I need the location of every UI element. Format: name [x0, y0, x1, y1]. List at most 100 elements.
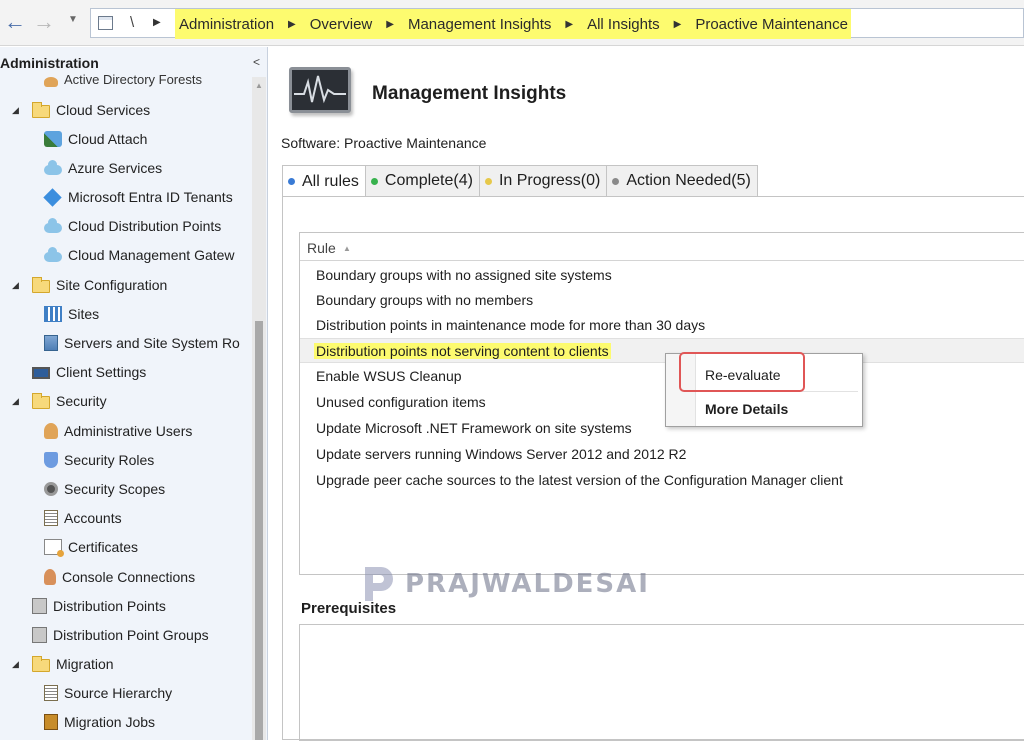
scroll-up-icon[interactable]: ▲: [255, 81, 263, 90]
tree-item-migration-jobs[interactable]: Migration Jobs: [44, 710, 155, 734]
tree-item-cloud-distribution-points[interactable]: Cloud Distribution Points: [44, 214, 221, 238]
tab-all-rules[interactable]: All rules: [282, 165, 366, 197]
forward-arrow-icon[interactable]: →: [33, 11, 55, 33]
table-row[interactable]: Unused configuration items: [300, 390, 1024, 415]
watermark: PRAJWALDESAI: [359, 562, 650, 606]
tree-item-label: Security: [56, 393, 107, 409]
chevron-right-icon[interactable]: ▶: [386, 19, 394, 30]
rule-name: Distribution points not serving content …: [314, 343, 611, 359]
tree-item-migration[interactable]: Migration: [32, 652, 114, 676]
admin-users-icon: [44, 423, 58, 439]
table-row[interactable]: Distribution points in maintenance mode …: [300, 313, 1024, 338]
tree-item-site-configuration[interactable]: Site Configuration: [32, 273, 167, 297]
breadcrumb-item-proactive-maintenance[interactable]: Proactive Maintenance: [695, 16, 848, 33]
tree-item-label: Sites: [68, 306, 100, 322]
console-window-icon: [98, 16, 113, 30]
yellow-dot-icon: [484, 177, 492, 185]
table-row[interactable]: Enable WSUS Cleanup: [300, 364, 1024, 389]
tree-item-certificates[interactable]: Certificates: [44, 535, 138, 559]
expanded-arrow-icon[interactable]: ◢: [12, 396, 19, 407]
rule-tabs: All rules Complete(4) In Progress(0) Act…: [282, 165, 758, 197]
tree-item-label: Security Roles: [64, 452, 155, 468]
tree-item-label: Active Directory Forests: [64, 73, 202, 87]
scrollbar-thumb[interactable]: [255, 321, 263, 740]
tree-item-distribution-point-groups[interactable]: Distribution Point Groups: [32, 623, 209, 647]
tree-item-sites[interactable]: Sites: [44, 302, 99, 326]
rules-list: Rule ▲ Boundary groups with no assigned …: [299, 232, 1024, 575]
address-bar: ← → ▼ \ ▶ Administration ▶ Overview ▶ Ma…: [0, 0, 1024, 46]
tree-item-label: Cloud Attach: [68, 131, 148, 147]
tree-item-client-settings[interactable]: Client Settings: [32, 360, 146, 384]
breadcrumb-item-overview[interactable]: Overview: [310, 16, 373, 33]
tab-label: Action Needed(5): [626, 172, 751, 189]
tree-item-label: Cloud Distribution Points: [68, 218, 222, 234]
tree-item-label: Distribution Points: [53, 598, 166, 614]
details-pane: Management Insights Software: Proactive …: [269, 47, 1024, 741]
column-header-rule[interactable]: Rule ▲: [300, 233, 1024, 261]
chevron-right-icon[interactable]: ▶: [674, 19, 682, 30]
tree-item-source-hierarchy[interactable]: Source Hierarchy: [44, 681, 172, 705]
rule-name: Update servers running Windows Server 20…: [316, 446, 687, 462]
breadcrumb-item-all-insights[interactable]: All Insights: [587, 16, 660, 33]
tree-item-label: Migration: [56, 656, 114, 672]
rule-name: Update Microsoft .NET Framework on site …: [316, 420, 632, 436]
table-row[interactable]: Boundary groups with no members: [300, 288, 1024, 313]
page-title: Management Insights: [372, 83, 567, 104]
collapse-pane-icon[interactable]: <: [253, 55, 260, 69]
tree-item-label: Cloud Management Gatew: [68, 247, 235, 263]
tree-item-label: Distribution Point Groups: [53, 627, 209, 643]
client-settings-icon: [32, 366, 50, 379]
folder-icon: [32, 101, 50, 118]
accounts-icon: [44, 510, 58, 526]
expanded-arrow-icon[interactable]: ◢: [12, 280, 19, 291]
tree-item-security-scopes[interactable]: Security Scopes: [44, 477, 165, 501]
history-dropdown-icon[interactable]: ▼: [68, 14, 78, 25]
tree-item-ad-forests[interactable]: Active Directory Forests: [44, 73, 202, 87]
rule-name: Enable WSUS Cleanup: [316, 368, 462, 384]
tree-item-cloud-attach[interactable]: Cloud Attach: [44, 127, 147, 151]
tree-item-azure-services[interactable]: Azure Services: [44, 156, 162, 180]
tab-panel: Rule ▲ Boundary groups with no assigned …: [282, 196, 1024, 741]
tree-item-label: Microsoft Entra ID Tenants: [68, 189, 233, 205]
folder-icon: [32, 655, 50, 672]
table-row[interactable]: Upgrade peer cache sources to the latest…: [300, 468, 1024, 493]
tab-label: All rules: [302, 172, 359, 190]
table-row[interactable]: Boundary groups with no assigned site sy…: [300, 263, 1024, 288]
breadcrumb-item-administration[interactable]: Administration: [179, 16, 274, 33]
chevron-right-icon[interactable]: ▶: [288, 19, 296, 30]
tree-item-servers-site-system-roles[interactable]: Servers and Site System Ro: [44, 331, 244, 355]
dp-groups-icon: [32, 627, 47, 643]
expanded-arrow-icon[interactable]: ◢: [12, 105, 19, 116]
tree-item-cloud-services[interactable]: Cloud Services: [32, 98, 150, 122]
tree-item-distribution-points[interactable]: Distribution Points: [32, 594, 166, 618]
tree-item-console-connections[interactable]: Console Connections: [44, 565, 195, 589]
folder-icon: [32, 392, 50, 409]
tree-item-accounts[interactable]: Accounts: [44, 506, 122, 530]
tree-item-security-roles[interactable]: Security Roles: [44, 448, 154, 472]
table-row-selected[interactable]: Distribution points not serving content …: [300, 338, 1024, 363]
tree-item-entra-tenants[interactable]: Microsoft Entra ID Tenants: [43, 185, 233, 209]
column-header-label: Rule: [307, 240, 336, 256]
chevron-right-icon[interactable]: ▶: [565, 19, 573, 30]
menu-item-more-details[interactable]: More Details: [705, 401, 788, 417]
watermark-text: PRAJWALDESAI: [405, 569, 650, 599]
nav-pane-title: Administration: [0, 55, 99, 71]
table-row[interactable]: Update servers running Windows Server 20…: [300, 442, 1024, 467]
console-connections-icon: [44, 569, 56, 585]
nav-scrollbar[interactable]: ▲: [252, 77, 266, 740]
back-arrow-icon[interactable]: ←: [4, 11, 26, 33]
tab-action-needed[interactable]: Action Needed(5): [606, 165, 758, 196]
breadcrumb-item-management-insights[interactable]: Management Insights: [408, 16, 551, 33]
expanded-arrow-icon[interactable]: ◢: [12, 659, 19, 670]
tab-in-progress[interactable]: In Progress(0): [478, 165, 608, 196]
breadcrumb: Administration ▶ Overview ▶ Management I…: [175, 9, 851, 39]
tree-item-administrative-users[interactable]: Administrative Users: [44, 419, 192, 443]
tree-item-label: Client Settings: [56, 364, 147, 380]
chevron-right-icon[interactable]: ▶: [153, 17, 161, 28]
tab-complete[interactable]: Complete(4): [364, 165, 480, 196]
tree-item-cloud-management-gateway[interactable]: Cloud Management Gatew: [44, 243, 244, 267]
table-row[interactable]: Update Microsoft .NET Framework on site …: [300, 416, 1024, 441]
tree-item-security[interactable]: Security: [32, 389, 107, 413]
breadcrumb-root[interactable]: \: [130, 14, 134, 31]
breadcrumb-box[interactable]: \ ▶ Administration ▶ Overview ▶ Manageme…: [90, 8, 1024, 39]
